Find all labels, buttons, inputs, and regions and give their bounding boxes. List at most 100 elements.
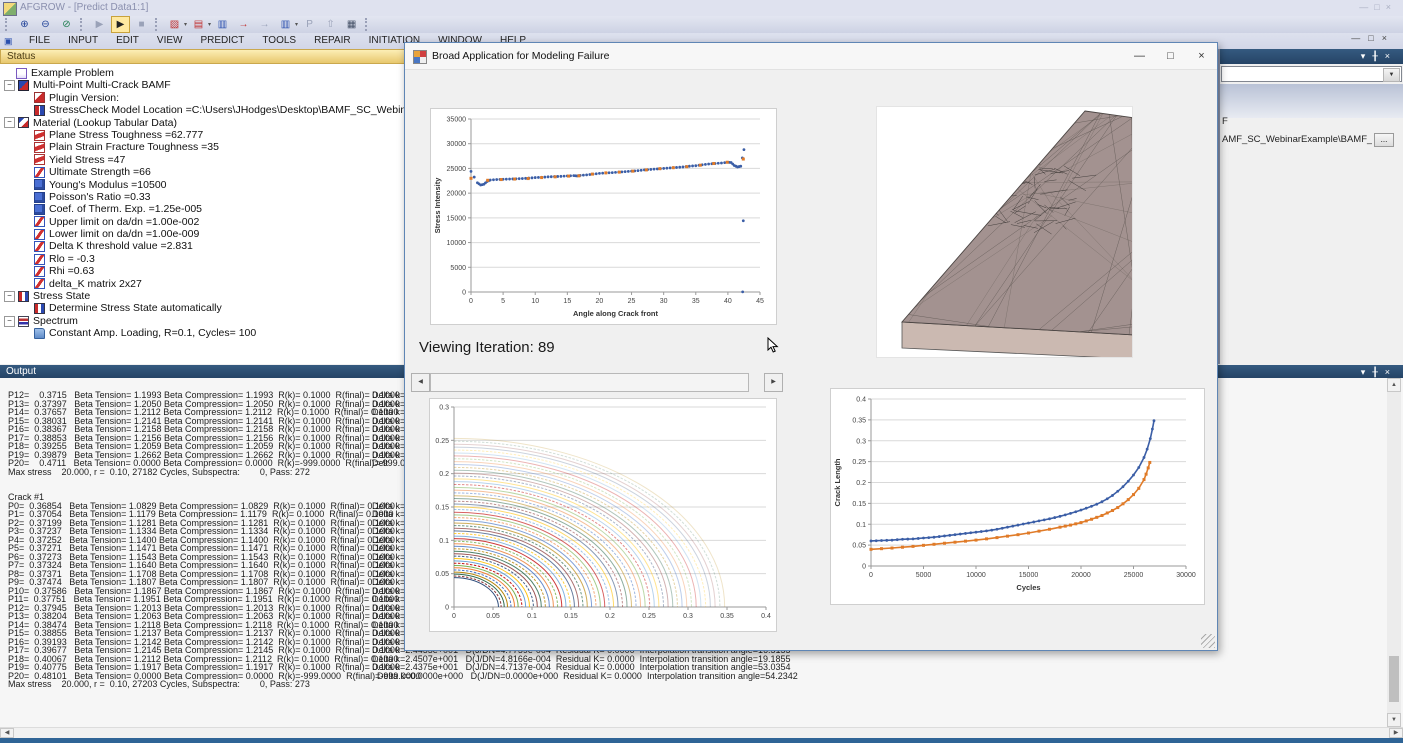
output-hscrollbar[interactable]: ◀ ▶ xyxy=(0,727,1403,738)
stop-icon[interactable]: ■ xyxy=(132,16,151,33)
tree-item[interactable]: Determine Stress State automatically xyxy=(0,302,410,314)
svg-text:30: 30 xyxy=(660,298,668,305)
slider-left-icon[interactable]: ◀ xyxy=(411,373,430,392)
pause-icon[interactable]: P xyxy=(300,16,319,33)
menu-item-predict[interactable]: PREDICT xyxy=(191,33,253,49)
mdi-window-controls[interactable]: —□× xyxy=(1351,33,1395,43)
upload-icon[interactable]: ⇧ xyxy=(321,16,340,33)
tree-item[interactable]: Plain Strain Fracture Toughness =35 xyxy=(0,141,410,153)
tree-item[interactable]: delta_K matrix 2x27 xyxy=(0,278,410,290)
tree-item[interactable]: Constant Amp. Loading, R=0.1, Cycles= 10… xyxy=(0,327,410,339)
tree-item-label: Coef. of Therm. Exp. =1.25e-005 xyxy=(49,203,202,215)
log-view-icon[interactable]: ▤ xyxy=(189,16,208,33)
svg-text:0.3: 0.3 xyxy=(439,405,449,412)
menu-item-tools[interactable]: TOOLS xyxy=(253,33,305,49)
dialog-minimize-button[interactable]: — xyxy=(1124,43,1155,69)
tree-item[interactable]: Yield Stress =47 xyxy=(0,154,410,166)
tree-item[interactable]: Upper limit on da/dn =1.00e-002 xyxy=(0,216,410,228)
run-predict-icon[interactable]: ▶ xyxy=(111,16,130,33)
dialog-titlebar[interactable]: Broad Application for Modeling Failure —… xyxy=(405,43,1217,70)
svg-text:0.2: 0.2 xyxy=(605,613,615,620)
tree-item-label: Material (Lookup Tabular Data) xyxy=(33,117,177,129)
crack-length-chart: 00.050.10.150.20.250.30.350.405000100001… xyxy=(830,388,1205,605)
marker-tool-icon[interactable]: → xyxy=(255,16,274,33)
menu-item-edit[interactable]: EDIT xyxy=(107,33,148,49)
tree-item[interactable]: Coef. of Therm. Exp. =1.25e-005 xyxy=(0,203,410,215)
svg-text:10: 10 xyxy=(531,298,539,305)
resize-grip-icon[interactable] xyxy=(1201,634,1215,648)
bamf-plugin-icon xyxy=(18,80,29,91)
tree-item[interactable]: − Material (Lookup Tabular Data) xyxy=(0,117,410,129)
dialog-title: Broad Application for Modeling Failure xyxy=(432,50,609,62)
table-icon[interactable]: ▦ xyxy=(342,16,361,33)
tree-item[interactable]: −Multi-Point Multi-Crack BAMF xyxy=(0,79,410,91)
poisson-icon xyxy=(34,192,45,203)
tree-item-label: Poisson's Ratio =0.33 xyxy=(49,191,151,203)
slider-right-icon[interactable]: ▶ xyxy=(764,373,783,392)
scroll-left-icon[interactable]: ◀ xyxy=(0,728,14,738)
tree-item[interactable]: −Stress State xyxy=(0,290,410,302)
step-back-icon[interactable]: ▶ xyxy=(90,16,109,33)
svg-text:25000: 25000 xyxy=(447,166,467,173)
repair-tool-icon[interactable]: → xyxy=(234,16,253,33)
tree-expander-icon[interactable]: − xyxy=(4,316,15,327)
tree-item[interactable]: Poisson's Ratio =0.33 xyxy=(0,191,410,203)
zoom-window-icon[interactable]: ⊘ xyxy=(57,16,76,33)
right-panel-combobox[interactable]: ▼ xyxy=(1221,66,1402,82)
dropdown-icon[interactable]: ▾ xyxy=(295,21,298,28)
slider-thumb[interactable] xyxy=(430,373,749,392)
tree-item-label: StressCheck Model Location =C:\Users\JHo… xyxy=(49,104,412,116)
zoom-in-icon[interactable]: ⊕ xyxy=(15,16,34,33)
tree-item[interactable]: Delta K threshold value =2.831 xyxy=(0,240,410,252)
right-panel-header[interactable]: ▾╂× xyxy=(1220,49,1403,64)
initiation-tool-icon[interactable]: ▥ xyxy=(276,16,295,33)
tree-item[interactable]: Plane Stress Toughness =62.777 xyxy=(0,129,410,141)
spectrum-view-icon[interactable]: ▥ xyxy=(213,16,232,33)
status-panel-header[interactable]: Status xyxy=(0,49,412,64)
beta-editor-icon[interactable]: ▨ xyxy=(165,16,184,33)
scroll-right-icon[interactable]: ▶ xyxy=(1389,728,1403,738)
tree-expander-icon[interactable]: − xyxy=(4,291,15,302)
dialog-close-button[interactable]: × xyxy=(1186,43,1217,69)
svg-text:0.2: 0.2 xyxy=(439,471,449,478)
mdi-restore-icon: □ xyxy=(1368,33,1381,43)
right-panel-band xyxy=(1220,84,1403,118)
app-window-controls[interactable]: —□× xyxy=(1359,2,1397,12)
tree-expander-icon[interactable]: − xyxy=(4,80,15,91)
notepad-icon xyxy=(16,68,27,79)
output-vscrollbar[interactable]: ▲ ▼ xyxy=(1387,378,1401,727)
dropdown-icon[interactable]: ▾ xyxy=(208,21,211,28)
dialog-maximize-button[interactable]: □ xyxy=(1155,43,1186,69)
dropdown-icon[interactable]: ▾ xyxy=(184,21,187,28)
tree-item[interactable]: Example Problem xyxy=(0,67,410,79)
tree-item[interactable]: Plugin Version: xyxy=(0,92,410,104)
tree-item[interactable]: −Spectrum xyxy=(0,315,410,327)
scroll-up-icon[interactable]: ▲ xyxy=(1387,378,1401,392)
svg-text:0.15: 0.15 xyxy=(564,613,578,620)
browse-button[interactable]: ... xyxy=(1374,133,1394,147)
svg-text:0.4: 0.4 xyxy=(761,613,771,620)
svg-text:15000: 15000 xyxy=(447,215,467,222)
tree-item[interactable]: Lower limit on da/dn =1.00e-009 xyxy=(0,228,410,240)
tree-item[interactable]: Rhi =0.63 xyxy=(0,265,410,277)
output-line: P19= 0.40775 Beta Tension= 1.1917 Beta C… xyxy=(0,662,1380,671)
iteration-slider[interactable]: ◀ ▶ xyxy=(411,373,781,390)
menu-item-view[interactable]: VIEW xyxy=(148,33,192,49)
tree-item[interactable]: StressCheck Model Location =C:\Users\JHo… xyxy=(0,104,410,116)
menu-item-file[interactable]: FILE xyxy=(20,33,59,49)
vscroll-thumb[interactable] xyxy=(1389,656,1399,702)
scroll-down-icon[interactable]: ▼ xyxy=(1387,713,1401,727)
tree-item-label: Delta K threshold value =2.831 xyxy=(49,240,193,252)
tree-item[interactable]: Young's Modulus =10500 xyxy=(0,179,410,191)
tree-item[interactable]: Rlo = -0.3 xyxy=(0,253,410,265)
output-panel-title: Output xyxy=(6,366,36,377)
menu-item-input[interactable]: INPUT xyxy=(59,33,107,49)
svg-text:0.15: 0.15 xyxy=(852,501,866,508)
menu-item-repair[interactable]: REPAIR xyxy=(305,33,360,49)
tree-expander-icon[interactable]: − xyxy=(4,117,15,128)
tree-item[interactable]: Ultimate Strength =66 xyxy=(0,166,410,178)
svg-text:0.15: 0.15 xyxy=(435,505,449,512)
toolbar-grip xyxy=(155,18,161,31)
zoom-out-icon[interactable]: ⊖ xyxy=(36,16,55,33)
combo-dropdown-icon[interactable]: ▼ xyxy=(1383,68,1400,82)
